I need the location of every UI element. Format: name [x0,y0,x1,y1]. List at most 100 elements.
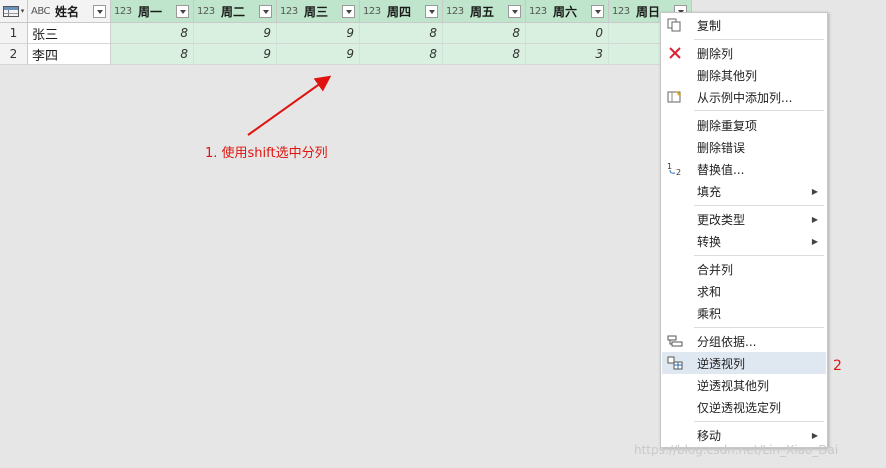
submenu-arrow-icon: ▶ [811,186,818,196]
filter-dropdown-icon[interactable] [425,4,438,18]
menu-item-label: 逆透视其他列 [697,378,770,393]
menu-item-delete-other-columns[interactable]: 删除其他列 [662,64,826,86]
menu-item-unpivot-columns[interactable]: 逆透视列 [662,352,826,374]
column-header-label: 周二 [221,4,246,19]
row-number[interactable]: 1 [0,23,28,44]
menu-item-label: 从示例中添加列... [697,90,793,105]
filter-dropdown-icon[interactable] [259,4,272,18]
menu-item-copy[interactable]: 复制 [662,14,826,36]
value-cell[interactable]: 9 [277,44,360,65]
menu-item-transform[interactable]: 转换 ▶ [662,230,826,252]
filter-dropdown-icon[interactable] [93,4,106,18]
text-type-icon[interactable]: ABC [31,6,51,17]
value-cell[interactable]: 8 [111,23,194,44]
copy-icon [667,18,683,32]
number-type-icon[interactable]: 123 [197,6,217,17]
menu-item-label: 求和 [697,284,722,299]
column-from-examples-icon [667,90,683,104]
filter-dropdown-icon[interactable] [176,4,189,18]
replace-values-icon: 12 [667,162,683,177]
value-cell[interactable]: 9 [277,23,360,44]
svg-text:1: 1 [667,162,672,171]
menu-separator [694,255,824,256]
menu-item-remove-duplicates[interactable]: 删除重复项 [662,114,826,136]
table-icon [2,5,19,17]
submenu-arrow-icon: ▶ [811,430,818,440]
menu-item-label: 删除列 [697,46,734,61]
number-type-icon[interactable]: 123 [114,6,134,17]
annotation-arrow-1 [247,75,332,136]
menu-item-label: 转换 [697,234,722,249]
menu-item-column-from-examples[interactable]: 从示例中添加列... [662,86,826,108]
column-header-label: 周六 [553,4,578,19]
submenu-arrow-icon: ▶ [811,214,818,224]
value-cell[interactable]: 9 [194,23,277,44]
watermark: https://blog.csdn.net/Lin_Xiao_Dai [634,443,839,457]
menu-item-unpivot-selected-columns[interactable]: 仅逆透视选定列 [662,396,826,418]
column-header-day[interactable]: 123 周五 [443,0,526,22]
menu-separator [694,421,824,422]
column-header-label: 周四 [387,4,412,19]
column-header-day[interactable]: 123 周三 [277,0,360,22]
value-cell[interactable]: 3 [526,44,609,65]
column-header-day[interactable]: 123 周六 [526,0,609,22]
table-row: 1 张三 8 9 9 8 8 0 [0,23,692,44]
menu-item-fill[interactable]: 填充 ▶ [662,180,826,202]
number-type-icon[interactable]: 123 [529,6,549,17]
table-menu-corner[interactable]: ▾ [0,0,28,22]
menu-item-sum[interactable]: 求和 [662,280,826,302]
menu-item-delete-column[interactable]: 删除列 [662,42,826,64]
filter-dropdown-icon[interactable] [591,4,604,18]
unpivot-icon [667,356,683,370]
menu-item-change-type[interactable]: 更改类型 ▶ [662,208,826,230]
column-header-day[interactable]: 123 周四 [360,0,443,22]
column-header-label: 周三 [304,4,329,19]
menu-item-merge-columns[interactable]: 合并列 [662,258,826,280]
number-type-icon[interactable]: 123 [446,6,466,17]
name-cell[interactable]: 李四 [28,44,111,65]
value-cell[interactable]: 8 [360,23,443,44]
column-header-row: ▾ ABC 姓名 123 周一 123 周二 123 周三 123 周四 123… [0,0,692,23]
column-header-day[interactable]: 123 周一 [111,0,194,22]
value-cell[interactable]: 8 [443,44,526,65]
delete-column-icon [667,46,683,60]
column-header-label: 周五 [470,4,495,19]
value-cell[interactable]: 8 [443,23,526,44]
menu-item-product[interactable]: 乘积 [662,302,826,324]
menu-item-label: 移动 [697,428,722,443]
value-cell[interactable]: 0 [526,23,609,44]
column-header-name[interactable]: ABC 姓名 [28,0,111,22]
menu-item-group-by[interactable]: 分组依据... [662,330,826,352]
menu-item-replace-values[interactable]: 12 替换值... [662,158,826,180]
svg-text:2: 2 [676,168,681,176]
menu-separator [694,39,824,40]
column-header-label: 周一 [138,4,163,19]
row-number[interactable]: 2 [0,44,28,65]
corner-dropdown-icon[interactable]: ▾ [21,7,25,15]
column-header-label: 姓名 [55,4,80,19]
column-header-day[interactable]: 123 周二 [194,0,277,22]
name-cell[interactable]: 张三 [28,23,111,44]
table-row: 2 李四 8 9 9 8 8 3 [0,44,692,65]
number-type-icon[interactable]: 123 [612,6,632,17]
filter-dropdown-icon[interactable] [508,4,521,18]
menu-item-label: 删除重复项 [697,118,758,133]
number-type-icon[interactable]: 123 [280,6,300,17]
group-by-icon [667,334,683,348]
menu-item-label: 复制 [697,18,722,33]
menu-item-label: 更改类型 [697,212,746,227]
value-cell[interactable]: 8 [360,44,443,65]
menu-item-unpivot-other-columns[interactable]: 逆透视其他列 [662,374,826,396]
value-cell[interactable]: 8 [111,44,194,65]
menu-separator [694,205,824,206]
menu-item-remove-errors[interactable]: 删除错误 [662,136,826,158]
menu-separator [694,327,824,328]
value-cell[interactable]: 9 [194,44,277,65]
menu-item-label: 删除错误 [697,140,746,155]
number-type-icon[interactable]: 123 [363,6,383,17]
menu-separator [694,110,824,111]
filter-dropdown-icon[interactable] [342,4,355,18]
column-context-menu: 复制 删除列 删除其他列 从示例中添加列... 删除重复项 删除错误 12 替换… [660,12,828,448]
menu-item-label: 乘积 [697,306,722,321]
annotation-step2: 2 [833,358,842,374]
